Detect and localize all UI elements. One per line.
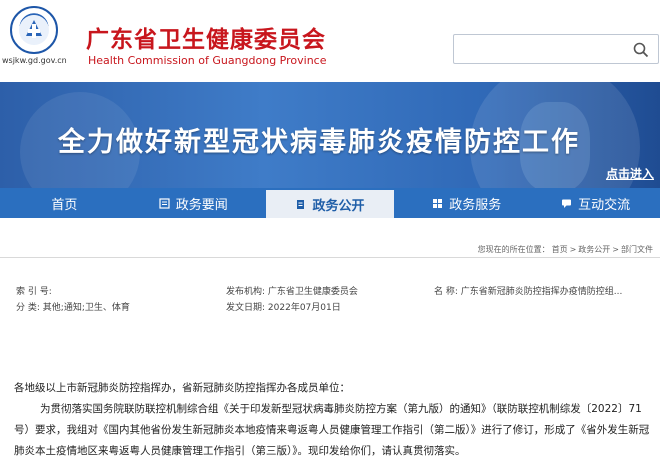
body-paragraph: 为贯彻落实国务院联防联控机制综合组《关于印发新型冠状病毒肺炎防控方案（第九版）的… [14, 403, 650, 457]
nav-item-home[interactable]: 首页 [0, 188, 129, 218]
breadcrumb-item-open-government[interactable]: 政务公开 [578, 245, 610, 254]
publisher-field: 发布机构: 广东省卫生健康委员会 [226, 284, 358, 297]
nav-item-label: 政务公开 [312, 198, 365, 214]
document-body: 各地级以上市新冠肺炎防控指挥办，省新冠肺炎防控指挥办各成员单位： 为贯彻落实国务… [14, 378, 654, 462]
salutation: 各地级以上市新冠肺炎防控指挥办，省新冠肺炎防控指挥办各成员单位： [14, 382, 350, 394]
chat-icon [562, 199, 572, 208]
site-url: wsjkw.gd.gov.cn [2, 56, 67, 65]
issue-date-value: 2022年07月01日 [267, 303, 341, 313]
category-field: 分 类: 其他;通知;卫生、体育 [16, 300, 130, 313]
document-meta: 索 引 号: 分 类: 其他;通知;卫生、体育 发布机构: 广东省卫生健康委员会… [0, 278, 660, 318]
banner-enter-link[interactable]: 点击进入 [606, 165, 654, 182]
nav-item-label: 政务要闻 [175, 197, 228, 213]
document-name-field: 名 称: 广东省新冠肺炎防控指挥办疫情防控组... [434, 284, 656, 297]
topic-banner[interactable]: 全力做好新型冠状病毒肺炎疫情防控工作 点击进入 [0, 82, 660, 188]
document-name-value: 称: 广东省新冠肺炎防控指挥办疫情防控组... [445, 287, 623, 297]
category-label: 分 类: [16, 303, 40, 313]
nav-item-label: 互动交流 [578, 197, 631, 213]
nav-item-services[interactable]: 政务服务 [402, 188, 531, 218]
search-icon[interactable] [632, 41, 650, 59]
breadcrumb-item-department-files[interactable]: 部门文件 [621, 245, 653, 254]
search-input[interactable] [460, 39, 630, 59]
nav-item-label: 政务服务 [449, 197, 502, 213]
main-nav: 首页 政务要闻 政务公开 政务服务 互动交流 [0, 188, 660, 218]
search-box[interactable] [453, 34, 659, 64]
document-icon [297, 199, 305, 209]
issue-date-field: 发文日期: 2022年07月01日 [226, 300, 341, 313]
index-number-label: 索 引 号: [16, 287, 52, 297]
breadcrumb: 您现在的所在位置： 首页 > 政务公开 > 部门文件 [0, 240, 660, 258]
breadcrumb-separator: > [612, 245, 619, 254]
breadcrumb-item-home[interactable]: 首页 [552, 245, 568, 254]
breadcrumb-trail: 您现在的所在位置： 首页 > 政务公开 > 部门文件 [477, 244, 654, 255]
news-icon [159, 197, 170, 209]
nav-item-label: 首页 [51, 197, 78, 213]
site-header: wsjkw.gd.gov.cn 广东省卫生健康委员会 Health Commis… [0, 0, 660, 82]
document-name-label: 名 [434, 287, 444, 297]
category-value: 其他;通知;卫生、体育 [42, 303, 130, 313]
nav-item-open-government[interactable]: 政务公开 [265, 190, 395, 218]
health-commission-logo[interactable] [10, 6, 58, 54]
breadcrumb-prefix: 您现在的所在位置： [477, 245, 550, 254]
publisher-value: 广东省卫生健康委员会 [267, 287, 358, 297]
logo-emblem-icon [19, 15, 49, 45]
org-name-chinese[interactable]: 广东省卫生健康委员会 [86, 20, 326, 54]
issue-date-label: 发文日期: [226, 303, 266, 313]
publisher-label: 发布机构: [226, 287, 266, 297]
services-icon [433, 198, 443, 208]
breadcrumb-separator: > [569, 245, 577, 254]
nav-item-interaction[interactable]: 互动交流 [531, 188, 660, 218]
banner-title: 全力做好新型冠状病毒肺炎疫情防控工作 [58, 127, 580, 158]
org-name-english: Health Commission of Guangdong Province [88, 54, 327, 67]
nav-item-news[interactable]: 政务要闻 [129, 188, 258, 218]
